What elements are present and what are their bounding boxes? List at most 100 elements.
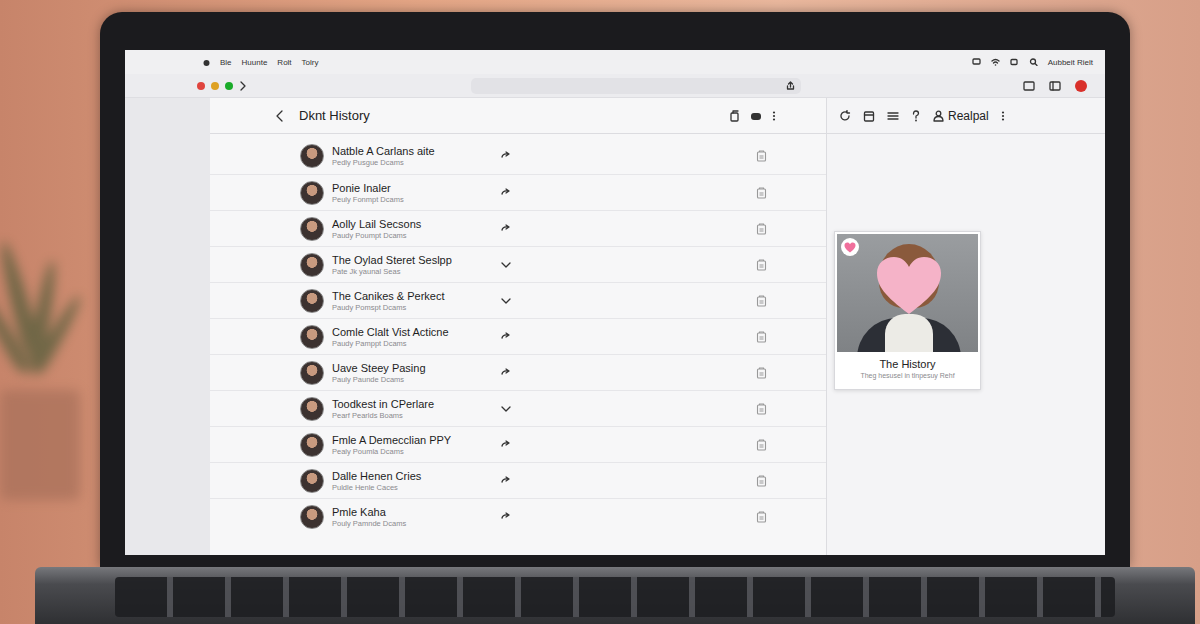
copy-icon[interactable] — [729, 110, 740, 122]
arrow-icon[interactable] — [500, 332, 512, 342]
row-subtitle: Paudy Poumpt Dcams — [332, 231, 492, 240]
arrow-icon[interactable] — [500, 512, 512, 522]
share-icon[interactable] — [786, 81, 795, 90]
row-text: Dalle Henen CriesPuldle Henle Caces — [332, 470, 492, 492]
history-row[interactable]: Natble A Carlans aitePedly Pusgue Dcams — [210, 138, 826, 174]
chat-icon[interactable] — [750, 110, 762, 122]
row-subtitle: Pedly Pusgue Dcams — [332, 158, 492, 167]
document-icon[interactable] — [756, 367, 767, 379]
arrow-icon[interactable] — [500, 368, 512, 378]
document-icon[interactable] — [756, 331, 767, 343]
menu-item[interactable]: Huunte — [242, 58, 268, 67]
history-list: Natble A Carlans aitePedly Pusgue DcamsP… — [210, 134, 826, 534]
page-title: Dknt History — [299, 108, 370, 123]
card-subtitle: Theg hesusel in tlnpesuy Rehf — [841, 372, 974, 379]
arrow-icon[interactable] — [500, 188, 512, 198]
wifi-icon[interactable] — [991, 58, 1000, 66]
apple-icon[interactable] — [203, 58, 210, 66]
history-row[interactable]: The Oylad Steret SeslppPate Jk yaunal Se… — [210, 246, 826, 282]
notification-icon[interactable] — [1075, 80, 1087, 92]
row-subtitle: Paudy Pamppt Dcams — [332, 339, 492, 348]
row-subtitle: Peuly Fonmpt Dcams — [332, 195, 492, 204]
row-subtitle: Pate Jk yaunal Seas — [332, 267, 492, 276]
row-subtitle: Paudy Pomspt Dcams — [332, 303, 492, 312]
tabs-icon[interactable] — [1023, 81, 1035, 91]
zoom-button[interactable] — [225, 82, 233, 90]
arrow-icon[interactable] — [500, 440, 512, 450]
avatar — [300, 361, 324, 385]
history-row[interactable]: Dalle Henen CriesPuldle Henle Caces — [210, 462, 826, 498]
address-bar[interactable] — [471, 78, 801, 94]
heart-icon — [875, 256, 943, 316]
chevron-icon[interactable] — [500, 260, 512, 270]
account-name[interactable]: Aubbeit Rielt — [1048, 58, 1093, 67]
history-row[interactable]: Aolly Lail SecsonsPaudy Poumpt Dcams — [210, 210, 826, 246]
history-panel: Dknt History Natble A Carlans aitePedly P… — [210, 98, 826, 555]
document-icon[interactable] — [756, 223, 767, 235]
document-icon[interactable] — [756, 295, 767, 307]
forward-icon[interactable] — [239, 81, 247, 91]
history-row[interactable]: Pmle KahaPouly Pamnde Dcams — [210, 498, 826, 534]
profile-card[interactable]: The HistoryTheg hesusel in tlnpesuy Rehf — [834, 231, 981, 390]
arrow-icon[interactable] — [500, 151, 512, 161]
minimize-button[interactable] — [211, 82, 219, 90]
document-icon[interactable] — [756, 475, 767, 487]
chevron-icon[interactable] — [500, 404, 512, 414]
menu-icon[interactable] — [887, 110, 899, 122]
menu-item[interactable]: Ble — [220, 58, 232, 67]
document-icon[interactable] — [756, 187, 767, 199]
document-icon[interactable] — [756, 150, 767, 162]
history-row[interactable]: Uave Steey PasingPauly Paunde Dcams — [210, 354, 826, 390]
menu-item[interactable]: Tolry — [302, 58, 319, 67]
row-text: Aolly Lail SecsonsPaudy Poumpt Dcams — [332, 218, 492, 240]
avatar — [300, 144, 324, 168]
row-text: Natble A Carlans aitePedly Pusgue Dcams — [332, 145, 492, 167]
row-subtitle: Pealy Poumla Dcams — [332, 447, 492, 456]
laptop-lid: Ble Huunte Rolt Tolry Aubbeit Rielt Dknt Hist… — [100, 12, 1130, 567]
close-button[interactable] — [197, 82, 205, 90]
avatar — [300, 289, 324, 313]
history-row[interactable]: Toodkest in CPerlarePearf Pearlds Boams — [210, 390, 826, 426]
toolbar-actions — [729, 110, 776, 122]
history-row[interactable]: Comle Clalt Vist ActicnePaudy Pamppt Dca… — [210, 318, 826, 354]
history-row[interactable]: Fmle A Demecclian PPYPealy Poumla Dcams — [210, 426, 826, 462]
avatar — [300, 505, 324, 529]
row-text: Comle Clalt Vist ActicnePaudy Pamppt Dca… — [332, 326, 492, 348]
browser-tools — [1023, 80, 1105, 92]
laptop-base — [35, 567, 1195, 624]
history-toolbar: Dknt History — [210, 98, 826, 134]
person-icon — [933, 110, 944, 122]
plant — [0, 240, 100, 500]
document-icon[interactable] — [756, 259, 767, 271]
menu-item[interactable]: Rolt — [277, 58, 291, 67]
app-body: Dknt History Natble A Carlans aitePedly P… — [125, 98, 1105, 555]
search-icon[interactable] — [1029, 58, 1038, 66]
avatar — [300, 253, 324, 277]
more-icon[interactable] — [1001, 110, 1005, 122]
back-icon[interactable] — [275, 110, 285, 122]
document-icon[interactable] — [756, 511, 767, 523]
user-menu[interactable]: Realpal — [933, 109, 989, 123]
detail-toolbar: Realpal — [827, 98, 1105, 134]
row-title: The Oylad Steret Seslpp — [332, 254, 492, 266]
display-icon[interactable] — [972, 58, 981, 66]
history-row[interactable]: Ponie InalerPeuly Fonmpt Dcams — [210, 174, 826, 210]
favorite-button[interactable] — [841, 238, 859, 256]
document-icon[interactable] — [756, 439, 767, 451]
battery-icon[interactable] — [1010, 58, 1019, 66]
arrow-icon[interactable] — [500, 476, 512, 486]
avatar — [300, 325, 324, 349]
status-icons: Aubbeit Rielt — [972, 58, 1093, 67]
calendar-icon[interactable] — [863, 110, 875, 122]
document-icon[interactable] — [756, 403, 767, 415]
help-icon[interactable] — [911, 110, 921, 122]
row-text: The Oylad Steret SeslppPate Jk yaunal Se… — [332, 254, 492, 276]
row-title: Toodkest in CPerlare — [332, 398, 492, 410]
refresh-icon[interactable] — [839, 110, 851, 122]
sidebar-icon[interactable] — [1049, 81, 1061, 91]
arrow-icon[interactable] — [500, 224, 512, 234]
chevron-icon[interactable] — [500, 296, 512, 306]
history-row[interactable]: The Canikes & PerkectPaudy Pomspt Dcams — [210, 282, 826, 318]
more-icon[interactable] — [772, 110, 776, 122]
avatar — [300, 217, 324, 241]
